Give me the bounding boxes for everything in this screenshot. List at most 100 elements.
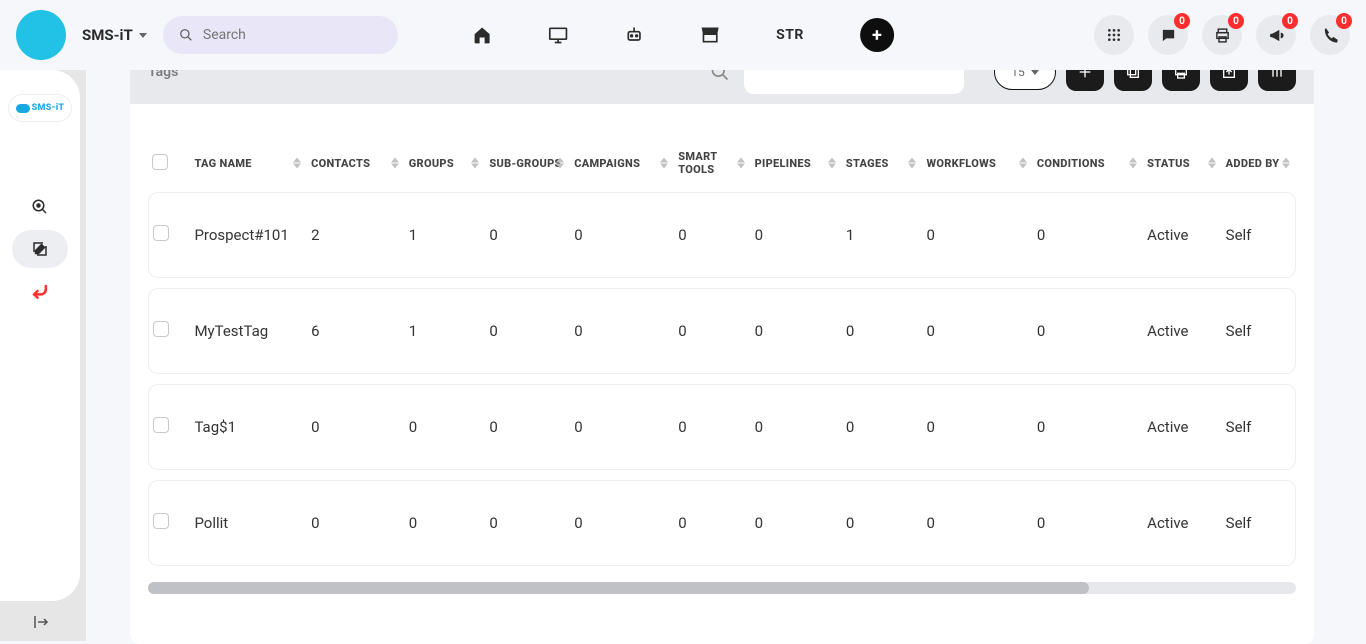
scrollbar-thumb[interactable]	[148, 582, 1089, 594]
search-icon	[179, 27, 193, 43]
cell-stages: 0	[842, 480, 923, 566]
sort-icon	[293, 158, 301, 169]
announce-badge: 0	[1282, 13, 1298, 29]
sort-icon	[828, 158, 836, 169]
cell-sub-groups: 0	[485, 480, 570, 566]
cell-pipelines: 0	[751, 288, 842, 374]
phone-icon	[1322, 27, 1339, 44]
col-pipelines[interactable]: PIPELINES	[751, 144, 842, 182]
sort-icon	[471, 158, 479, 169]
checkbox-icon	[153, 417, 169, 433]
cell-checkbox[interactable]	[148, 384, 190, 470]
cell-stages: 1	[842, 192, 923, 278]
col-groups[interactable]: GROUPS	[405, 144, 486, 182]
expand-sidebar-button[interactable]	[32, 613, 50, 631]
cell-added-by: Self	[1222, 480, 1296, 566]
sort-icon	[1282, 158, 1290, 169]
cell-status: Active	[1143, 192, 1222, 278]
checkbox-icon	[153, 225, 169, 241]
cell-checkbox[interactable]	[148, 480, 190, 566]
col-sub-groups[interactable]: SUB-GROUPS	[485, 144, 570, 182]
cell-workflows: 0	[922, 192, 1032, 278]
cell-checkbox[interactable]	[148, 288, 190, 374]
sort-icon	[1019, 158, 1027, 169]
cell-contacts: 6	[307, 288, 405, 374]
announce-button[interactable]: 0	[1256, 15, 1296, 55]
cell-status: Active	[1143, 288, 1222, 374]
checkbox-icon	[153, 513, 169, 529]
cell-added-by: Self	[1222, 384, 1296, 470]
table-row[interactable]: Tag$1000000000ActiveSelf	[148, 384, 1296, 470]
table-row[interactable]: Pollit000000000ActiveSelf	[148, 480, 1296, 566]
col-tag-name[interactable]: TAG NAME	[190, 144, 307, 182]
cell-groups: 1	[405, 288, 486, 374]
sort-icon	[1129, 158, 1137, 169]
magnifier-chat-icon	[31, 198, 49, 216]
cell-status: Active	[1143, 384, 1222, 470]
chevron-down-icon	[139, 33, 147, 38]
col-conditions[interactable]: CONDITIONS	[1033, 144, 1143, 182]
cell-groups: 0	[405, 480, 486, 566]
sidebar-logo[interactable]: SMS-iT	[8, 94, 72, 122]
cell-conditions: 0	[1033, 384, 1143, 470]
cell-pipelines: 0	[751, 480, 842, 566]
expand-icon	[32, 613, 50, 631]
store-icon[interactable]	[700, 25, 720, 45]
table-card: TAG NAME CONTACTS GROUPS SUB-GROUPS CAMP…	[130, 104, 1314, 644]
return-arrow-icon	[30, 281, 50, 301]
cell-campaigns: 0	[570, 480, 674, 566]
cell-contacts: 2	[307, 192, 405, 278]
horizontal-scrollbar[interactable]	[148, 582, 1296, 594]
printer-icon	[1214, 27, 1231, 44]
cell-status: Active	[1143, 480, 1222, 566]
nav-str[interactable]: STR	[776, 27, 804, 43]
col-smart-tools[interactable]: SMART TOOLS	[674, 144, 750, 182]
cell-smart-tools: 0	[674, 384, 750, 470]
sort-icon	[908, 158, 916, 169]
phone-button[interactable]: 0	[1310, 15, 1350, 55]
global-search[interactable]	[163, 16, 398, 54]
sidebar-item-edit[interactable]	[12, 230, 68, 268]
sidebar-item-return[interactable]	[25, 276, 55, 306]
col-added-by[interactable]: ADDED BY	[1222, 144, 1296, 182]
cell-groups: 0	[405, 384, 486, 470]
cell-workflows: 0	[922, 288, 1032, 374]
col-workflows[interactable]: WORKFLOWS	[922, 144, 1032, 182]
sidebar-item-inspect[interactable]	[25, 192, 55, 222]
cell-workflows: 0	[922, 384, 1032, 470]
print-button[interactable]: 0	[1202, 15, 1242, 55]
edit-icon	[31, 240, 49, 258]
tags-table: TAG NAME CONTACTS GROUPS SUB-GROUPS CAMP…	[148, 134, 1296, 576]
col-status[interactable]: STATUS	[1143, 144, 1222, 182]
col-stages[interactable]: STAGES	[842, 144, 923, 182]
cell-campaigns: 0	[570, 384, 674, 470]
col-contacts[interactable]: CONTACTS	[307, 144, 405, 182]
monitor-icon[interactable]	[548, 25, 568, 45]
cell-conditions: 0	[1033, 192, 1143, 278]
avatar[interactable]	[16, 10, 66, 60]
cell-added-by: Self	[1222, 192, 1296, 278]
cell-pipelines: 0	[751, 384, 842, 470]
cell-conditions: 0	[1033, 288, 1143, 374]
main-content: Tags 15	[130, 40, 1314, 641]
cell-groups: 1	[405, 192, 486, 278]
cell-stages: 0	[842, 288, 923, 374]
table-row[interactable]: Prospect#101210000100ActiveSelf	[148, 192, 1296, 278]
cell-contacts: 0	[307, 384, 405, 470]
col-campaigns[interactable]: CAMPAIGNS	[570, 144, 674, 182]
sort-icon	[660, 158, 668, 169]
add-button[interactable]: +	[860, 18, 894, 52]
cell-checkbox[interactable]	[148, 192, 190, 278]
robot-icon[interactable]	[624, 25, 644, 45]
apps-grid-button[interactable]	[1094, 15, 1134, 55]
table-row[interactable]: MyTestTag610000000ActiveSelf	[148, 288, 1296, 374]
home-icon[interactable]	[472, 25, 492, 45]
chat-button[interactable]: 0	[1148, 15, 1188, 55]
cell-sub-groups: 0	[485, 288, 570, 374]
workspace-switcher[interactable]: SMS-iT	[82, 26, 147, 44]
col-checkbox[interactable]	[148, 144, 190, 182]
search-input[interactable]	[203, 27, 382, 43]
sort-icon	[556, 158, 564, 169]
cell-smart-tools: 0	[674, 480, 750, 566]
phone-badge: 0	[1336, 13, 1352, 29]
